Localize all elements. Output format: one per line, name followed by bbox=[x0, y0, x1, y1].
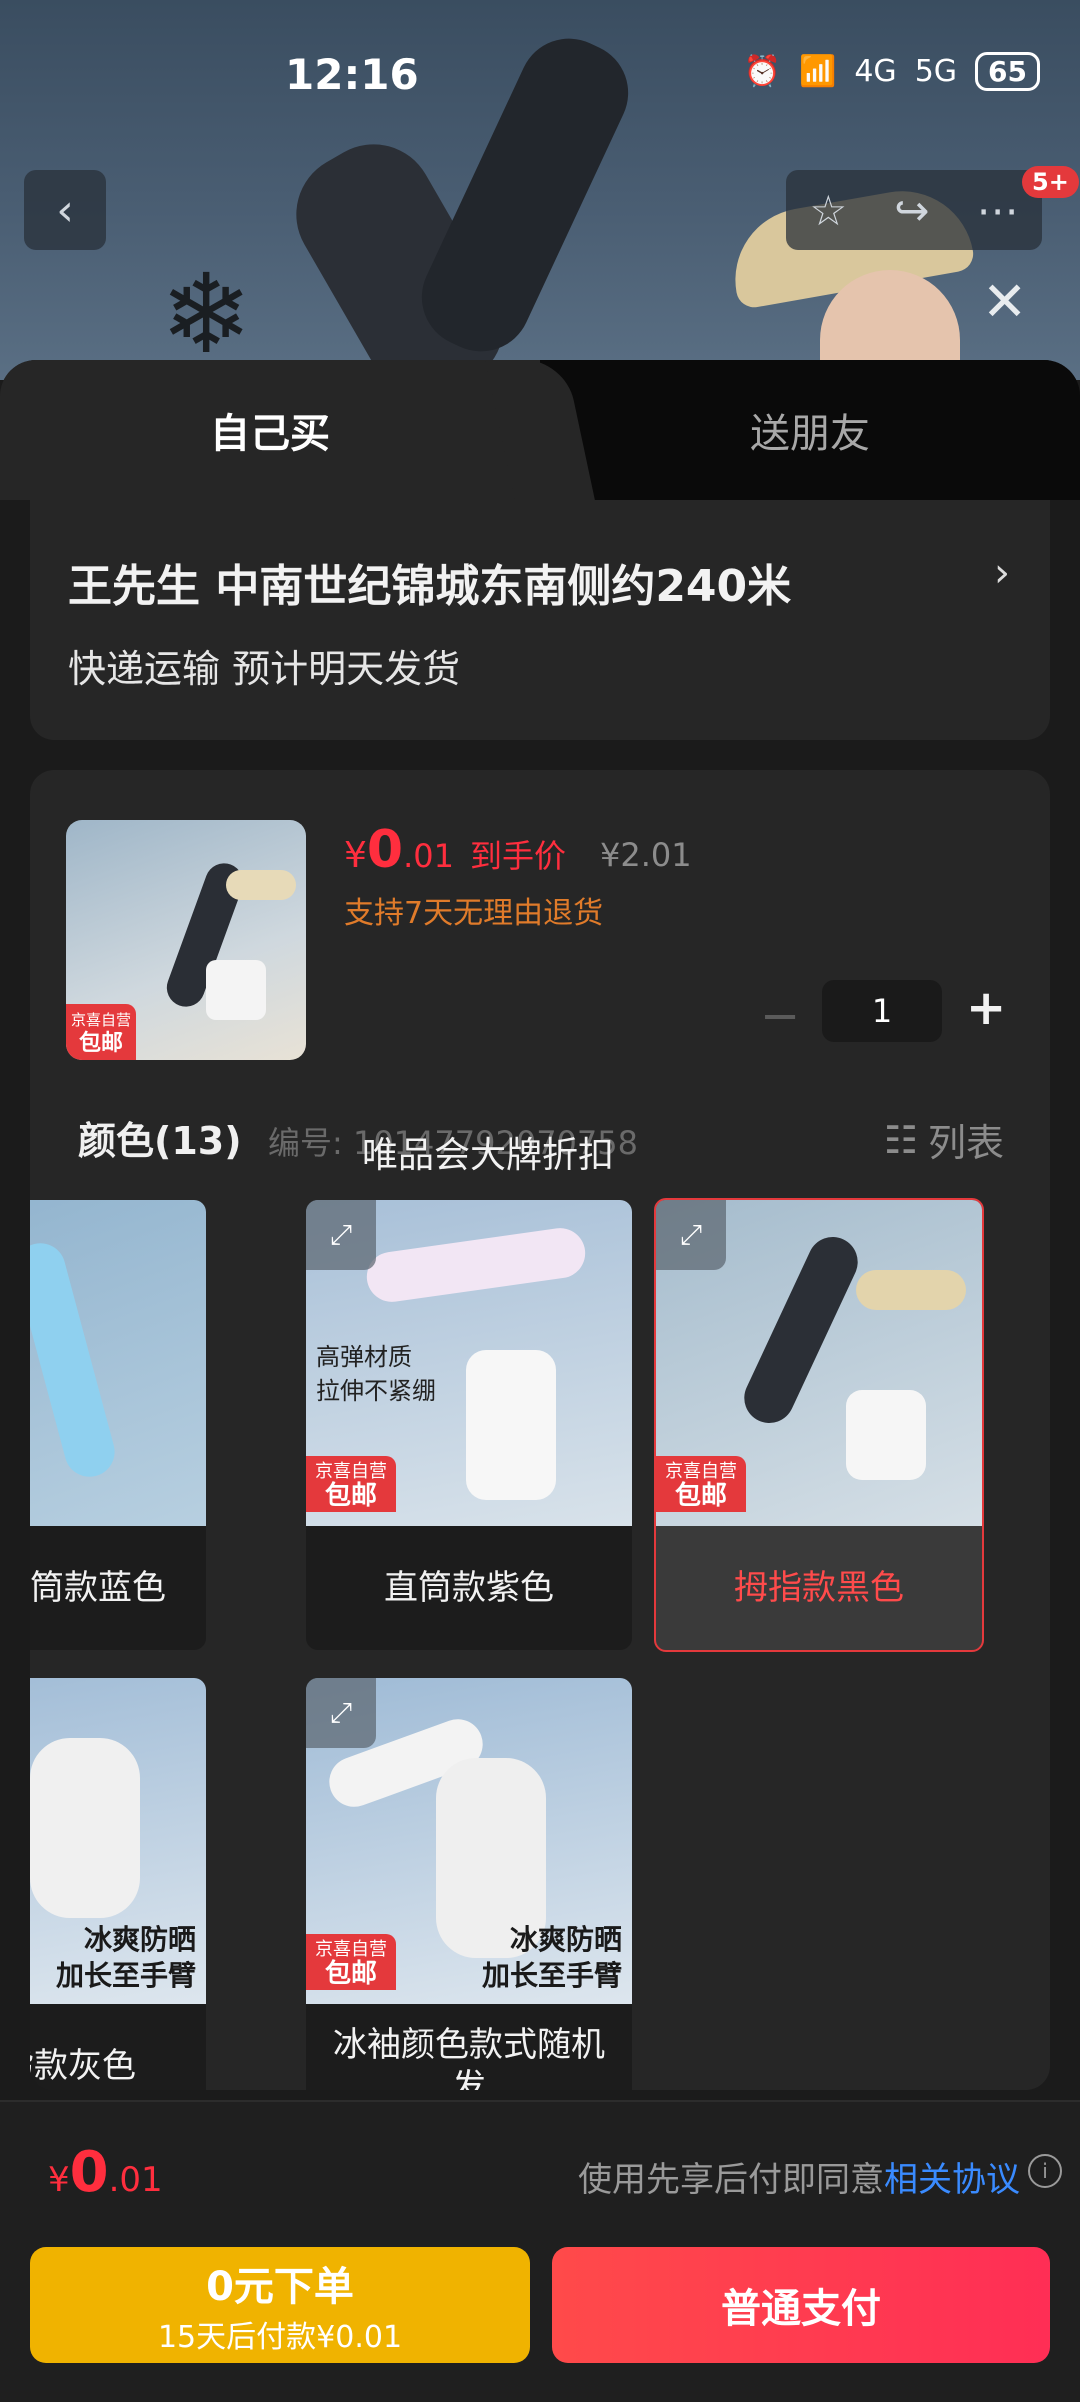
option-label: 冰袖颜色款式随机发 bbox=[333, 2025, 605, 2090]
expand-icon[interactable]: ⤢ bbox=[306, 1678, 376, 1748]
option-top bbox=[466, 1350, 556, 1500]
color-section-title: 颜色(13) bbox=[78, 1119, 242, 1163]
snowflake-icon: ❄ bbox=[160, 250, 253, 378]
option-tag-bottom: 包邮 bbox=[324, 1959, 377, 1989]
battery-indicator: 65 bbox=[975, 52, 1040, 91]
thumb-visor bbox=[226, 870, 296, 900]
chevron-left-icon: ‹ bbox=[56, 184, 74, 236]
return-policy: 支持7天无理由退货 bbox=[344, 896, 604, 931]
option-promo: 高弹材质 拉伸不紧绷 bbox=[316, 1340, 436, 1408]
back-button[interactable]: ‹ bbox=[24, 170, 106, 250]
color-option-blue[interactable]: 筒款蓝色 bbox=[30, 1200, 206, 1650]
option-label: 筒款蓝色 bbox=[30, 1568, 166, 1608]
color-option-random[interactable]: 冰爽防晒 加长至手臂 ⤢ 京喜自营 包邮 冰袖颜色款式随机发 bbox=[306, 1678, 632, 2090]
color-option-black-selected[interactable]: ⤢ 京喜自营 包邮 拇指款黑色 bbox=[654, 1198, 984, 1652]
option-label: 拇指款黑色 bbox=[734, 1568, 904, 1608]
option-sleeve bbox=[30, 1237, 121, 1483]
chevron-right-icon: › bbox=[994, 550, 1010, 596]
wifi-icon: 📶 bbox=[798, 54, 837, 89]
option-label: 指款灰色 bbox=[30, 2046, 136, 2086]
option-promo-line2: 加长至手臂 bbox=[481, 1959, 622, 1992]
option-tag: 京喜自营 包邮 bbox=[306, 1456, 396, 1512]
color-option-purple[interactable]: 高弹材质 拉伸不紧绷 ⤢ 京喜自营 包邮 直筒款紫色 bbox=[306, 1200, 632, 1650]
notification-badge: 5+ bbox=[1022, 166, 1079, 198]
tab-buy-self[interactable]: 自己买 bbox=[0, 360, 540, 500]
normal-pay-button[interactable]: 普通支付 bbox=[552, 2247, 1050, 2363]
option-tag: 京喜自营 包邮 bbox=[656, 1456, 746, 1512]
quantity-increment[interactable]: + bbox=[966, 980, 1006, 1036]
color-option-gray[interactable]: 冰爽防晒 加长至手臂 指款灰色 bbox=[30, 1678, 206, 2090]
option-top bbox=[846, 1390, 926, 1480]
expand-icon[interactable]: ⤢ bbox=[306, 1200, 376, 1270]
status-time: 12:16 bbox=[285, 50, 419, 99]
option-image: 冰爽防晒 加长至手臂 bbox=[30, 1678, 206, 2004]
agreement-text: 使用先享后付即同意相关协议 bbox=[578, 2152, 1020, 2201]
list-icon: ☷ bbox=[883, 1117, 918, 1162]
favorite-star-icon[interactable]: ☆ bbox=[810, 186, 848, 235]
address-recipient: 王先生 中南世纪锦城东南侧约240米 bbox=[68, 561, 792, 612]
option-sleeve bbox=[363, 1224, 589, 1306]
total-currency: ¥ bbox=[48, 2160, 70, 2200]
price-dec: .01 bbox=[403, 837, 454, 875]
hero-arm-right bbox=[405, 22, 645, 368]
product-tag: 京喜自营 包邮 bbox=[66, 1004, 136, 1060]
option-promo-line1: 高弹材质 bbox=[316, 1343, 412, 1371]
total-dec: .01 bbox=[108, 2160, 163, 2200]
address-card[interactable]: 王先生 中南世纪锦城东南侧约240米 › 快递运输 预计明天发货 bbox=[30, 500, 1050, 740]
price-currency: ¥ bbox=[344, 835, 367, 876]
tab-gift-friend[interactable]: 送朋友 bbox=[540, 360, 1080, 500]
option-promo-line1: 冰爽防晒 bbox=[83, 1923, 196, 1956]
status-icons: ⏰ 📶 4G 5G 65 bbox=[744, 52, 1040, 91]
option-label: 直筒款紫色 bbox=[384, 1568, 554, 1608]
quantity-decrement[interactable]: − bbox=[760, 988, 800, 1044]
share-icon[interactable]: ↪ bbox=[894, 186, 929, 235]
option-tag: 京喜自营 包邮 bbox=[306, 1934, 396, 1990]
action-bar: ☆ ↪ ⋯ bbox=[786, 170, 1042, 250]
pay-later-title: 0元下单 bbox=[206, 2264, 354, 2310]
thumb-top bbox=[206, 960, 266, 1020]
price-int: 0 bbox=[366, 820, 404, 880]
bottom-bar: ¥0.01 使用先享后付即同意相关协议 i 0元下单 15天后付款¥0.01 普… bbox=[0, 2100, 1080, 2402]
agreement-prefix: 使用先享后付即同意 bbox=[578, 2160, 884, 2200]
more-icon[interactable]: ⋯ bbox=[976, 186, 1018, 235]
option-promo-line1: 冰爽防晒 bbox=[509, 1923, 622, 1956]
expand-icon[interactable]: ⤢ bbox=[656, 1200, 726, 1270]
total-price: ¥0.01 bbox=[48, 2140, 163, 2205]
price-main: ¥0.01 到手价 bbox=[344, 820, 566, 880]
product-card: 京喜自营 包邮 ¥0.01 到手价 ¥2.01 支持7天无理由退货 − 1 + 颜… bbox=[30, 770, 1050, 2090]
list-view-button[interactable]: ☷ 列表 bbox=[884, 1112, 1004, 1167]
pay-later-subtitle: 15天后付款¥0.01 bbox=[157, 2320, 403, 2355]
option-tag-bottom: 包邮 bbox=[674, 1481, 727, 1511]
alarm-icon: ⏰ bbox=[743, 54, 781, 89]
tab-buy-self-label: 自己买 bbox=[210, 411, 330, 457]
tag-bottom: 包邮 bbox=[78, 1031, 123, 1056]
price-label: 到手价 bbox=[469, 837, 566, 875]
delivery-estimate: 快递运输 预计明天发货 bbox=[68, 647, 461, 691]
list-label: 列表 bbox=[927, 1121, 1004, 1165]
network-4g: 4G bbox=[854, 54, 897, 89]
pay-later-button[interactable]: 0元下单 15天后付款¥0.01 bbox=[30, 2247, 530, 2363]
original-price: ¥2.01 bbox=[600, 836, 692, 874]
option-promo-line2: 加长至手臂 bbox=[55, 1959, 196, 1992]
option-image bbox=[30, 1200, 206, 1526]
promo-overlay: 唯品会大牌折扣 bbox=[362, 1135, 615, 1176]
option-promo-line2: 拉伸不紧绷 bbox=[316, 1377, 436, 1405]
option-promo: 冰爽防晒 加长至手臂 bbox=[56, 1922, 196, 1994]
product-thumbnail[interactable]: 京喜自营 包邮 bbox=[66, 820, 306, 1060]
quantity-field[interactable]: 1 bbox=[822, 980, 942, 1042]
total-int: 0 bbox=[69, 2140, 109, 2205]
network-5g: 5G bbox=[914, 54, 958, 89]
close-icon[interactable]: ✕ bbox=[982, 270, 1027, 333]
option-visor bbox=[856, 1270, 966, 1310]
agreement-link[interactable]: 相关协议 bbox=[884, 2160, 1020, 2200]
info-icon[interactable]: i bbox=[1028, 2154, 1062, 2188]
option-promo: 冰爽防晒 加长至手臂 bbox=[482, 1922, 622, 1994]
tag-top: 京喜自营 bbox=[70, 1011, 131, 1029]
option-figure bbox=[30, 1738, 140, 1918]
option-tag-bottom: 包邮 bbox=[324, 1481, 377, 1511]
